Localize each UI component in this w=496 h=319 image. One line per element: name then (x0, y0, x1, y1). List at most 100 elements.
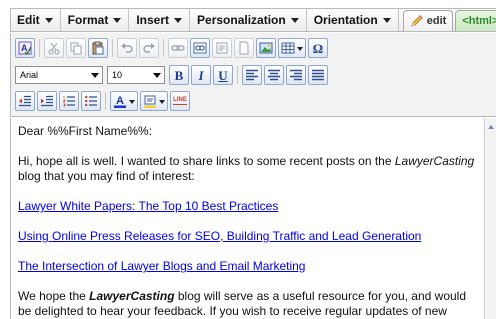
special-char-icon: Ω (312, 40, 324, 56)
toolbar-divider (39, 39, 40, 57)
align-center-icon (268, 69, 280, 81)
font-family-value: Arial (20, 70, 39, 80)
image-icon (259, 42, 273, 54)
chevron-down-icon (153, 72, 161, 78)
toolbar-row-1: A Ω (15, 37, 330, 59)
font-family-select[interactable]: Arial (15, 66, 103, 84)
menu-edit-label: Edit (17, 13, 40, 27)
insert-link-icon (171, 45, 185, 51)
chevron-down-icon (159, 100, 165, 104)
svg-text:A: A (21, 43, 28, 53)
indent-icon (41, 95, 53, 107)
page-icon (239, 41, 249, 55)
insert-link-button[interactable] (168, 38, 188, 58)
justify-icon (312, 69, 324, 81)
toolbar-divider (112, 39, 113, 57)
paste-icon (92, 41, 104, 55)
anchor-button[interactable] (212, 38, 232, 58)
undo-icon (121, 43, 133, 53)
image-button[interactable] (256, 38, 276, 58)
toolbar-divider (237, 66, 238, 84)
outdent-button[interactable] (15, 91, 35, 111)
bold-button[interactable]: B (169, 65, 189, 85)
tab-edit[interactable]: edit (402, 10, 454, 31)
highlight-icon (144, 95, 156, 108)
numbered-list-button[interactable] (59, 91, 79, 111)
cut-button[interactable] (44, 38, 64, 58)
chevron-down-icon (44, 17, 53, 23)
post-link-press-releases[interactable]: Using Online Press Releases for SEO, Bui… (18, 229, 421, 243)
align-left-button[interactable] (242, 65, 262, 85)
tab-html-label: <html> (462, 15, 496, 27)
intro-text-start: Hi, hope all is well. I wanted to share … (18, 154, 395, 168)
link-paragraph: Using Online Press Releases for SEO, Bui… (18, 229, 478, 244)
editor-scrollbar[interactable] (484, 118, 496, 319)
page-button[interactable] (234, 38, 254, 58)
tab-html[interactable]: <html> (455, 10, 496, 31)
outdent-icon (19, 95, 31, 107)
toolbar-divider (105, 92, 106, 110)
font-size-select[interactable]: 10 (107, 66, 165, 84)
link-paragraph: The Intersection of Lawyer Blogs and Ema… (18, 259, 478, 274)
tab-edit-label: edit (426, 15, 447, 27)
spellcheck-button[interactable]: A (15, 38, 35, 58)
chevron-down-icon (290, 17, 299, 23)
brand-name: LawyerCasting (394, 154, 475, 168)
table-button[interactable] (278, 38, 306, 58)
cut-icon (48, 42, 60, 55)
chevron-down-icon (91, 72, 99, 78)
numbered-list-icon (62, 96, 75, 107)
undo-button[interactable] (117, 38, 137, 58)
menu-edit[interactable]: Edit (11, 9, 61, 31)
toolbar-divider (163, 39, 164, 57)
bulleted-list-icon (85, 95, 97, 107)
horizontal-line-icon: LINE (173, 97, 187, 105)
editor-content[interactable]: Dear %%First Name%%: Hi, hope all is wel… (10, 118, 484, 319)
table-icon (281, 42, 295, 54)
indent-button[interactable] (37, 91, 57, 111)
special-char-button[interactable]: Ω (308, 38, 328, 58)
font-size-value: 10 (112, 70, 123, 80)
svg-text:A: A (116, 95, 124, 107)
bulleted-list-button[interactable] (81, 91, 101, 111)
menu-personalization[interactable]: Personalization (190, 9, 307, 31)
redo-icon (143, 43, 155, 53)
chevron-down-icon (382, 17, 391, 23)
menu-format[interactable]: Format (61, 9, 130, 31)
align-right-button[interactable] (286, 65, 306, 85)
menu-orientation[interactable]: Orientation (307, 9, 399, 31)
link-paragraph: Lawyer White Papers: The Top 10 Best Pra… (18, 199, 478, 214)
greeting-text: Dear %%First Name%%: (18, 124, 153, 138)
justify-button[interactable] (308, 65, 328, 85)
anchor-icon (216, 42, 228, 54)
italic-icon: I (198, 67, 204, 83)
post-link-email-marketing[interactable]: The Intersection of Lawyer Blogs and Ema… (18, 259, 305, 273)
copy-button[interactable] (66, 38, 86, 58)
chevron-down-icon (297, 47, 303, 51)
menu-bar: Edit Format Insert Personalization Orien… (10, 8, 496, 32)
chevron-down-icon (174, 17, 183, 23)
intro-paragraph: Hi, hope all is well. I wanted to share … (18, 154, 478, 184)
text-color-button[interactable]: A (110, 91, 138, 111)
highlight-button[interactable] (140, 91, 168, 111)
spellcheck-icon: A (18, 41, 32, 55)
toolbar-row-3: A LINE (15, 90, 192, 112)
scroll-up-icon[interactable] (488, 125, 494, 129)
horizontal-line-button[interactable]: LINE (170, 91, 190, 111)
menu-insert[interactable]: Insert (129, 9, 191, 31)
italic-button[interactable]: I (191, 65, 211, 85)
chevron-down-icon (129, 100, 135, 104)
text-color-icon: A (114, 95, 126, 108)
unlink-button[interactable] (190, 38, 210, 58)
brand-name: LawyerCasting (89, 289, 175, 303)
align-right-icon (290, 69, 302, 81)
redo-button[interactable] (139, 38, 159, 58)
align-left-icon (246, 69, 258, 81)
underline-button[interactable]: U (213, 65, 233, 85)
intro-text-end: blog that you may find of interest: (18, 169, 195, 183)
align-center-button[interactable] (264, 65, 284, 85)
post-link-white-papers[interactable]: Lawyer White Papers: The Top 10 Best Pra… (18, 199, 278, 213)
copy-icon (70, 42, 82, 55)
bold-icon: B (174, 67, 184, 83)
paste-button[interactable] (88, 38, 108, 58)
